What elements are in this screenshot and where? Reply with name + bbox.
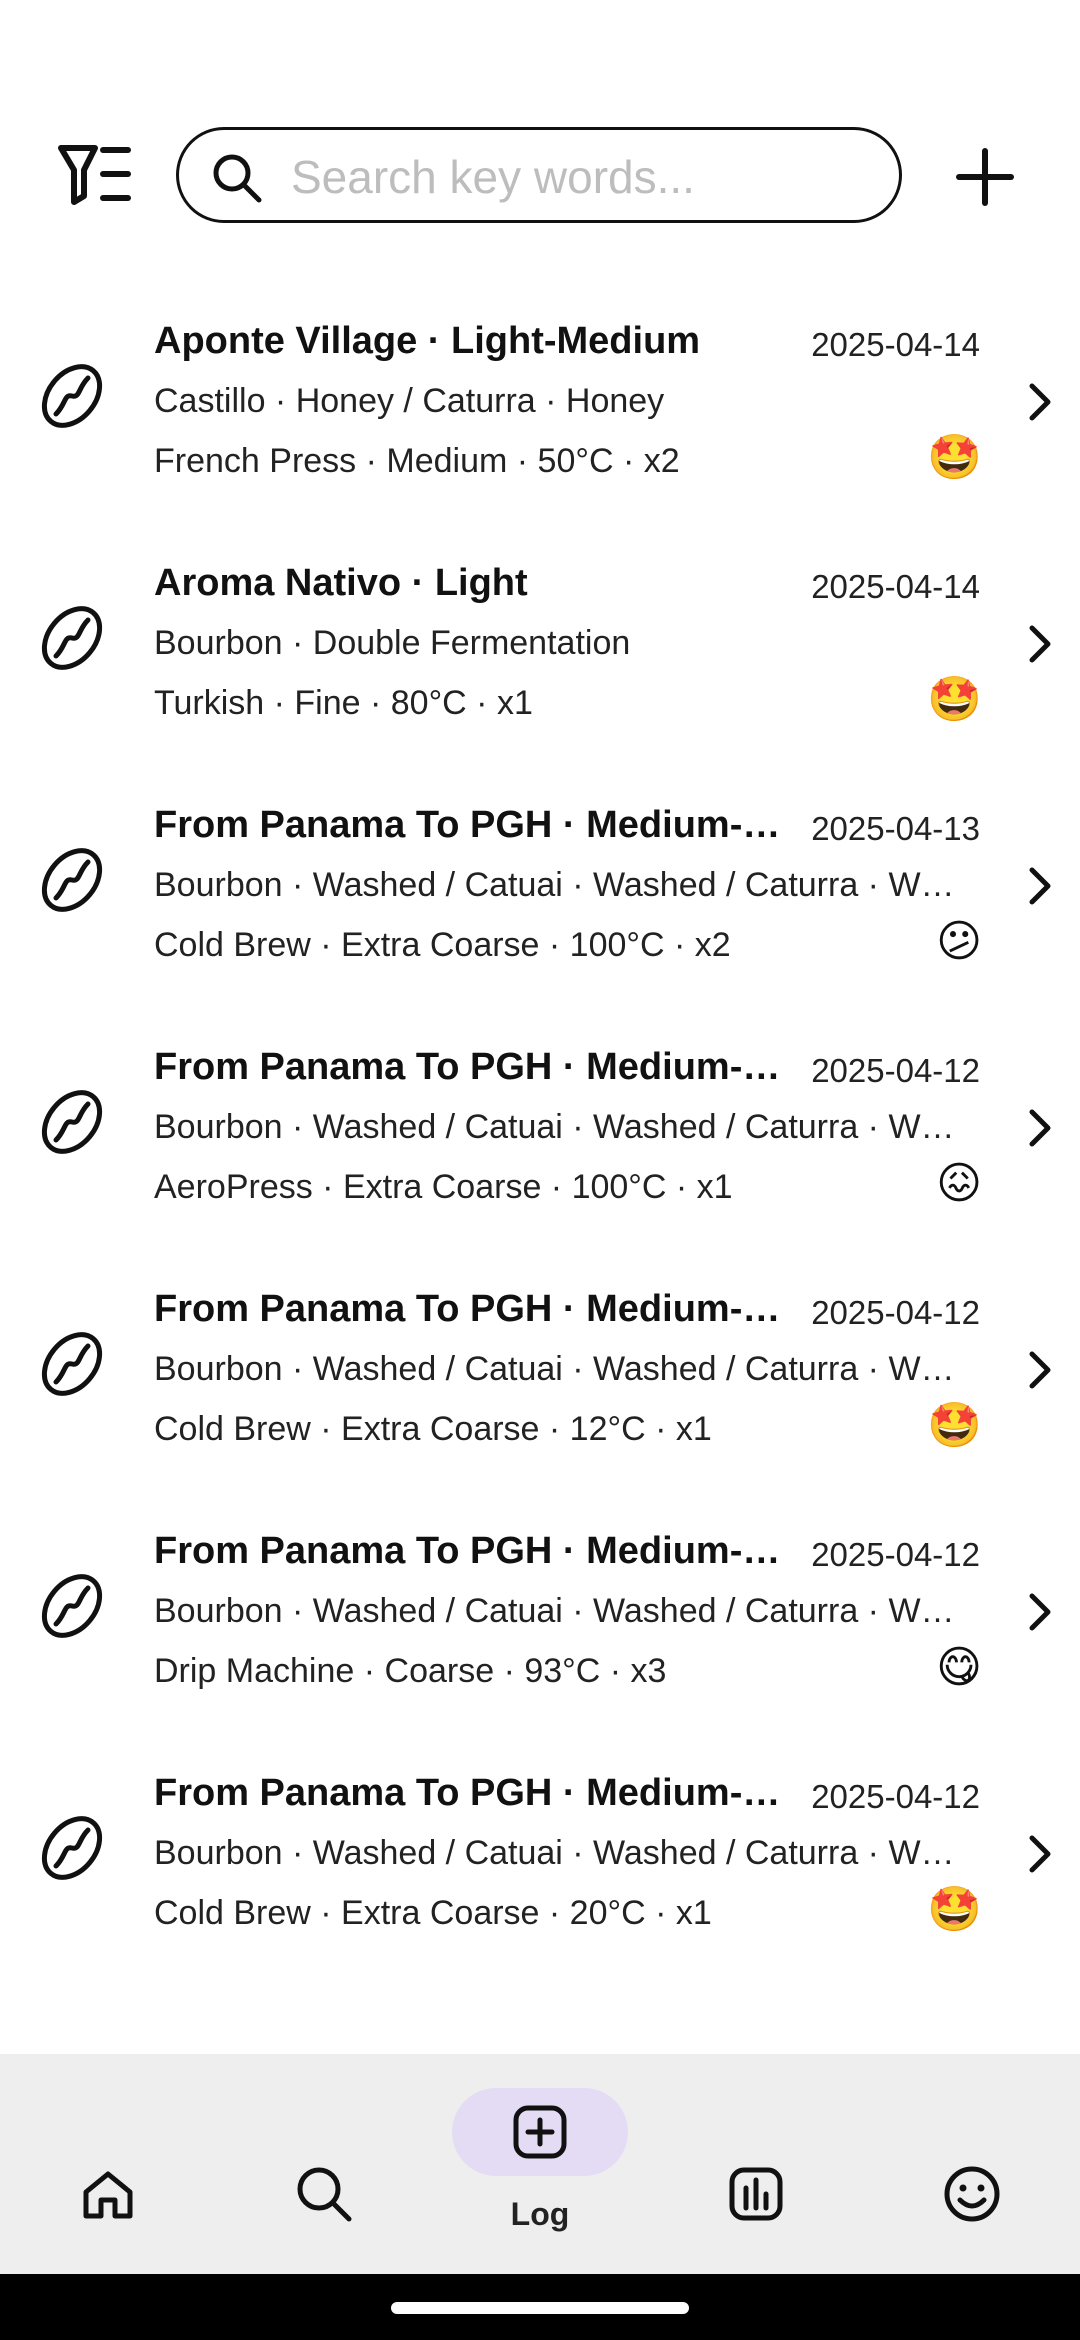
coffee-bean-icon [41, 1332, 103, 1396]
entry-brew: Cold Brew · Extra Coarse · 100°C · x2 [154, 926, 731, 964]
list-item[interactable]: Aroma Nativo · Light 2025-04-14 Bourbon … [0, 532, 1080, 774]
entry-brew: Cold Brew · Extra Coarse · 20°C · x1 [154, 1894, 712, 1932]
brew-log-list: Aponte Village · Light-Medium 2025-04-14… [0, 290, 1080, 1984]
nav-stats[interactable] [648, 2054, 864, 2274]
home-icon [83, 2171, 133, 2219]
search-icon [213, 154, 262, 203]
coffee-bean-icon [41, 606, 103, 670]
nav-search[interactable] [216, 2054, 432, 2274]
entry-date: 2025-04-12 [811, 1536, 980, 1573]
chevron-right-icon [1029, 1835, 1051, 1873]
entry-brew: French Press · Medium · 50°C · x2 [154, 442, 680, 480]
entry-origin: Bourbon · Washed / Catuai · Washed / Cat… [154, 1350, 955, 1388]
stats-icon [729, 2167, 783, 2221]
entry-origin: Bourbon · Washed / Catuai · Washed / Cat… [154, 866, 955, 904]
profile-smiley-icon [944, 2166, 1000, 2222]
nav-log-label: Log [510, 2196, 570, 2232]
rating-emoji: 😋 [936, 1643, 982, 1692]
entry-date: 2025-04-14 [811, 568, 980, 605]
entry-brew: Turkish · Fine · 80°C · x1 [154, 684, 533, 722]
list-item[interactable]: From Panama To PGH · Medium-… 2025-04-13… [0, 774, 1080, 1016]
rating-emoji: 🤩 [927, 1401, 982, 1450]
coffee-bean-icon [41, 1816, 103, 1880]
list-item[interactable]: Aponte Village · Light-Medium 2025-04-14… [0, 290, 1080, 532]
entry-date: 2025-04-13 [811, 810, 980, 847]
rating-emoji: 😖 [936, 1159, 982, 1208]
entry-origin: Bourbon · Washed / Catuai · Washed / Cat… [154, 1834, 955, 1872]
entry-title: Aroma Nativo · Light [154, 562, 528, 604]
entry-date: 2025-04-12 [811, 1052, 980, 1089]
chevron-right-icon [1029, 1109, 1051, 1147]
entry-origin: Bourbon · Double Fermentation [154, 624, 631, 662]
nav-log[interactable]: Log [432, 2054, 648, 2274]
list-item[interactable]: From Panama To PGH · Medium-… 2025-04-12… [0, 1258, 1080, 1500]
coffee-bean-icon [41, 848, 103, 912]
entry-brew: Cold Brew · Extra Coarse · 12°C · x1 [154, 1410, 712, 1448]
search-bar[interactable] [176, 127, 902, 223]
filter-button[interactable] [55, 140, 135, 210]
list-item[interactable]: From Panama To PGH · Medium-… 2025-04-12… [0, 1500, 1080, 1742]
home-gesture-handle[interactable] [391, 2302, 689, 2314]
search-input[interactable] [289, 138, 873, 216]
entry-brew: Drip Machine · Coarse · 93°C · x3 [154, 1652, 667, 1690]
entry-date: 2025-04-14 [811, 326, 980, 363]
entry-title: From Panama To PGH · Medium-… [154, 1530, 781, 1572]
entry-origin: Bourbon · Washed / Catuai · Washed / Cat… [154, 1108, 955, 1146]
add-log-icon [513, 2105, 567, 2159]
chevron-right-icon [1029, 1593, 1051, 1631]
coffee-bean-icon [41, 1090, 103, 1154]
search-icon [297, 2167, 352, 2222]
rating-emoji: 😕 [936, 917, 982, 966]
entry-date: 2025-04-12 [811, 1778, 980, 1815]
entry-title: From Panama To PGH · Medium-… [154, 804, 781, 846]
entry-date: 2025-04-12 [811, 1294, 980, 1331]
entry-origin: Castillo · Honey / Caturra · Honey [154, 382, 665, 420]
filter-list-icon [58, 145, 131, 205]
rating-emoji: 🤩 [927, 675, 982, 724]
chevron-right-icon [1029, 625, 1051, 663]
plus-icon [956, 148, 1014, 206]
list-item[interactable]: From Panama To PGH · Medium-… 2025-04-12… [0, 1742, 1080, 1984]
chevron-right-icon [1029, 867, 1051, 905]
entry-title: From Panama To PGH · Medium-… [154, 1288, 781, 1330]
coffee-bean-icon [41, 364, 103, 428]
chevron-right-icon [1029, 1351, 1051, 1389]
rating-emoji: 🤩 [927, 1885, 982, 1934]
entry-title: From Panama To PGH · Medium-… [154, 1046, 781, 1088]
entry-title: From Panama To PGH · Medium-… [154, 1772, 781, 1814]
chevron-right-icon [1029, 383, 1051, 421]
bottom-navigation: Log [0, 2054, 1080, 2274]
coffee-bean-icon [41, 1574, 103, 1638]
nav-home[interactable] [0, 2054, 216, 2274]
entry-brew: AeroPress · Extra Coarse · 100°C · x1 [154, 1168, 733, 1206]
add-button[interactable] [955, 147, 1015, 207]
top-bar [0, 0, 1080, 300]
rating-emoji: 🤩 [927, 433, 982, 482]
list-item[interactable]: From Panama To PGH · Medium-… 2025-04-12… [0, 1016, 1080, 1258]
entry-title: Aponte Village · Light-Medium [154, 320, 701, 362]
nav-profile[interactable] [864, 2054, 1080, 2274]
entry-origin: Bourbon · Washed / Catuai · Washed / Cat… [154, 1592, 955, 1630]
